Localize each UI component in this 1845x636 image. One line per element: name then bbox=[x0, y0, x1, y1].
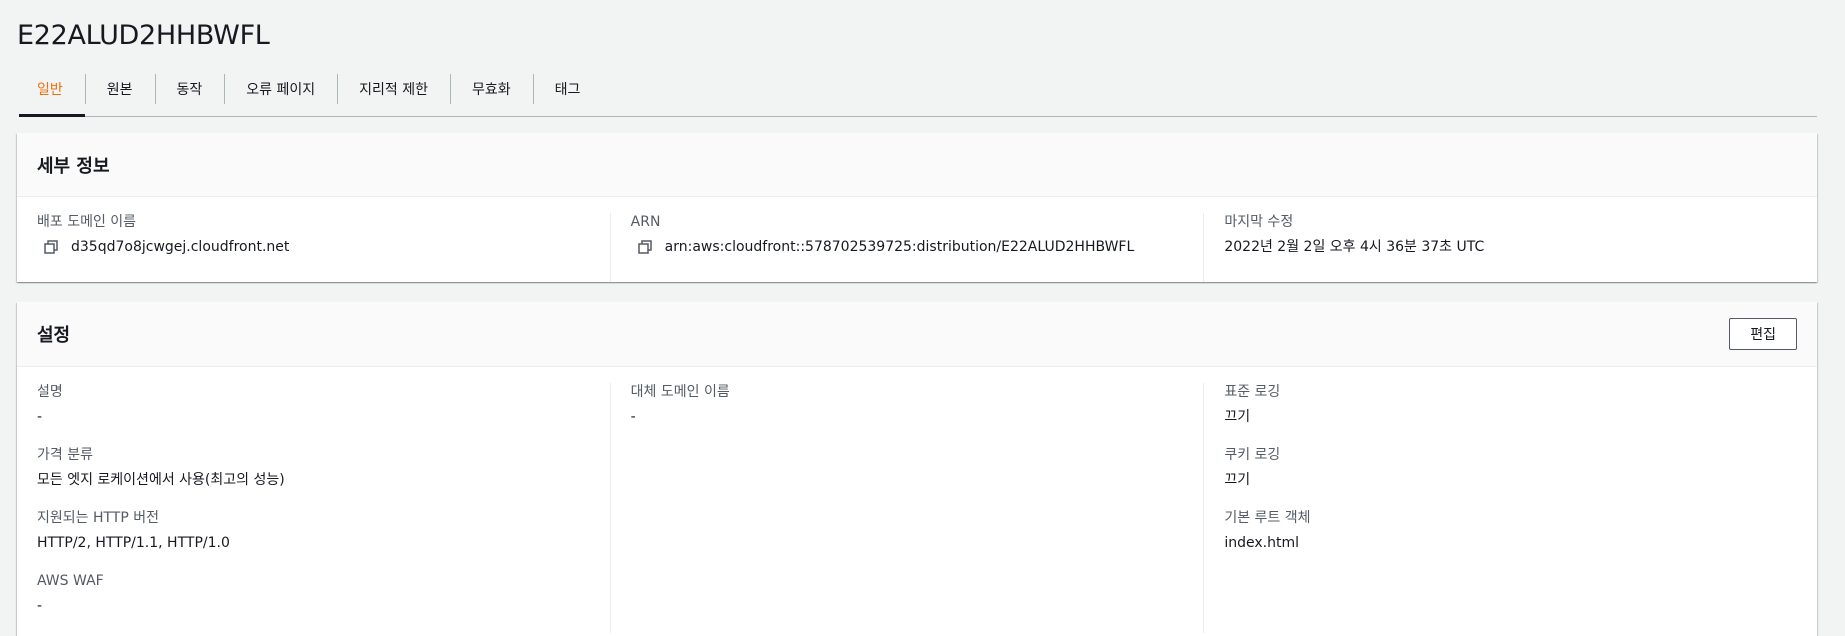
std-logging-field: 표준 로깅 끄기 bbox=[1224, 383, 1777, 426]
tab-label: 무효화 bbox=[472, 82, 511, 98]
description-value: - bbox=[37, 409, 43, 425]
tab-label: 동작 bbox=[176, 82, 203, 98]
settings-col-2: 대체 도메인 이름 - bbox=[609, 383, 1204, 633]
cookie-logging-key: 쿠키 로깅 bbox=[1224, 447, 1281, 463]
waf-key: AWS WAF bbox=[37, 573, 104, 589]
waf-field: AWS WAF - bbox=[37, 572, 590, 615]
tab-label: 일반 bbox=[37, 82, 63, 98]
arn-key: ARN bbox=[630, 214, 661, 230]
std-logging-key: 표준 로깅 bbox=[1224, 384, 1281, 400]
details-col-modified: 마지막 수정 2022년 2월 2일 오후 4시 36분 37초 UTC bbox=[1203, 213, 1797, 282]
domain-value-row: d35qd7o8jcwgej.cloudfront.net bbox=[37, 238, 590, 256]
tab-geo-restrictions[interactable]: 지리적 제한 bbox=[337, 70, 450, 116]
price-class-value: 모든 엣지 로케이션에서 사용(최고의 성능) bbox=[37, 472, 285, 488]
page-title: E22ALUD2HHBWFL bbox=[17, 20, 270, 51]
details-col-domain: 배포 도메인 이름 d35qd7o8jcwgej.cloudfront.net bbox=[37, 213, 610, 282]
tab-invalidations[interactable]: 무효화 bbox=[450, 70, 533, 116]
modified-field: 마지막 수정 2022년 2월 2일 오후 4시 36분 37초 UTC bbox=[1224, 213, 1777, 256]
cookie-logging-field: 쿠키 로깅 끄기 bbox=[1224, 446, 1777, 489]
edit-button[interactable]: 편집 bbox=[1729, 318, 1797, 350]
description-key: 설명 bbox=[37, 384, 63, 400]
distribution-page: E22ALUD2HHBWFL 일반 원본 동작 오류 페이지 지리적 제한 무효… bbox=[0, 0, 1845, 636]
tab-behaviors[interactable]: 동작 bbox=[154, 70, 225, 116]
settings-panel: 설정 편집 설명 - 가격 분류 모든 엣지 로케이션에서 사용(최고의 성능)… bbox=[17, 302, 1817, 636]
http-version-key: 지원되는 HTTP 버전 bbox=[37, 510, 160, 526]
details-header: 세부 정보 bbox=[17, 133, 1817, 197]
settings-col-1: 설명 - 가격 분류 모든 엣지 로케이션에서 사용(최고의 성능) 지원되는 … bbox=[37, 383, 610, 633]
price-class-field: 가격 분류 모든 엣지 로케이션에서 사용(최고의 성능) bbox=[37, 446, 590, 489]
price-class-key: 가격 분류 bbox=[37, 447, 93, 463]
settings-columns: 설명 - 가격 분류 모든 엣지 로케이션에서 사용(최고의 성능) 지원되는 … bbox=[17, 367, 1817, 633]
details-columns: 배포 도메인 이름 d35qd7o8jcwgej.cloudfront.net … bbox=[17, 197, 1817, 282]
tab-tags[interactable]: 태그 bbox=[532, 70, 603, 116]
std-logging-value: 끄기 bbox=[1224, 409, 1251, 425]
root-object-value: index.html bbox=[1224, 535, 1299, 551]
domain-value: d35qd7o8jcwgej.cloudfront.net bbox=[71, 239, 290, 255]
details-col-arn: ARN arn:aws:cloudfront::578702539725:dis… bbox=[609, 213, 1204, 282]
settings-header: 설정 편집 bbox=[17, 302, 1817, 367]
domain-key: 배포 도메인 이름 bbox=[37, 214, 137, 230]
tab-bar: 일반 원본 동작 오류 페이지 지리적 제한 무효화 태그 bbox=[19, 70, 1817, 117]
root-object-key: 기본 루트 객체 bbox=[1224, 510, 1311, 526]
arn-value-row: arn:aws:cloudfront::578702539725:distrib… bbox=[631, 238, 1184, 256]
http-version-field: 지원되는 HTTP 버전 HTTP/2, HTTP/1.1, HTTP/1.0 bbox=[37, 509, 590, 552]
tab-label: 지리적 제한 bbox=[359, 82, 429, 98]
tab-label: 오류 페이지 bbox=[246, 82, 316, 98]
domain-field: 배포 도메인 이름 d35qd7o8jcwgej.cloudfront.net bbox=[37, 213, 590, 256]
tab-origins[interactable]: 원본 bbox=[84, 70, 155, 116]
copy-icon[interactable] bbox=[43, 239, 59, 255]
http-version-value: HTTP/2, HTTP/1.1, HTTP/1.0 bbox=[37, 535, 230, 551]
modified-key: 마지막 수정 bbox=[1224, 214, 1294, 230]
description-field: 설명 - bbox=[37, 383, 590, 426]
details-panel: 세부 정보 배포 도메인 이름 d35qd7o8jcwgej.cloudfron… bbox=[17, 133, 1817, 282]
alt-domain-value: - bbox=[630, 409, 636, 425]
details-title: 세부 정보 bbox=[37, 155, 110, 177]
cookie-logging-value: 끄기 bbox=[1224, 472, 1251, 488]
tab-error-pages[interactable]: 오류 페이지 bbox=[224, 70, 337, 116]
copy-icon[interactable] bbox=[637, 239, 653, 255]
arn-value: arn:aws:cloudfront::578702539725:distrib… bbox=[664, 239, 1135, 255]
tab-label: 원본 bbox=[106, 82, 133, 98]
alt-domain-key: 대체 도메인 이름 bbox=[630, 384, 730, 400]
arn-field: ARN arn:aws:cloudfront::578702539725:dis… bbox=[631, 213, 1184, 256]
settings-title: 설정 bbox=[37, 325, 71, 346]
alt-domain-field: 대체 도메인 이름 - bbox=[631, 383, 1184, 426]
tab-general[interactable]: 일반 bbox=[19, 70, 85, 117]
modified-value: 2022년 2월 2일 오후 4시 36분 37초 UTC bbox=[1224, 239, 1485, 255]
tab-label: 태그 bbox=[554, 82, 581, 98]
settings-col-3: 표준 로깅 끄기 쿠키 로깅 끄기 기본 루트 객체 index.html bbox=[1203, 383, 1797, 633]
waf-value: - bbox=[37, 598, 43, 614]
root-object-field: 기본 루트 객체 index.html bbox=[1224, 509, 1777, 552]
